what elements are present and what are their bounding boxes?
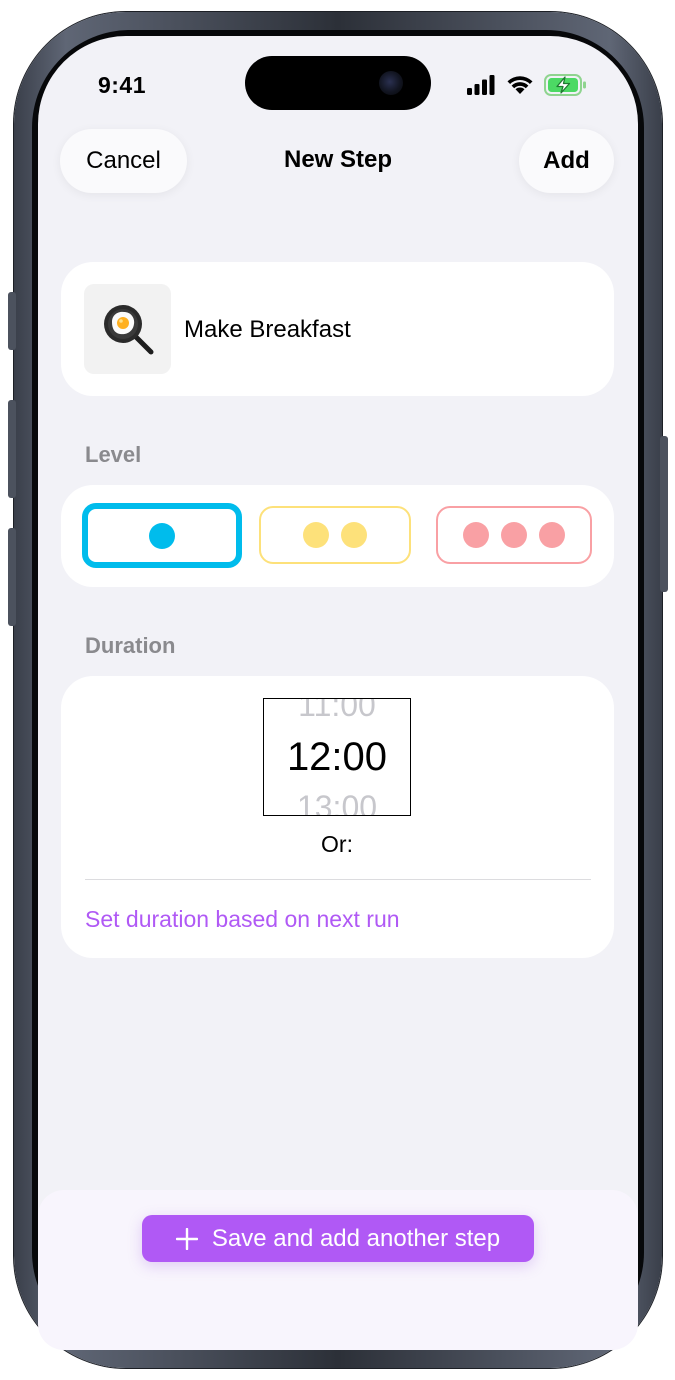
plus-icon	[175, 1227, 198, 1250]
level-dot	[303, 522, 329, 548]
picker-next-value: 13:00	[296, 789, 378, 816]
level-option-3[interactable]	[436, 506, 592, 564]
step-name-field[interactable]: Make Breakfast	[184, 316, 351, 344]
volume-down-button	[8, 528, 16, 626]
bottom-bar	[38, 1190, 638, 1350]
level-option-2[interactable]	[259, 506, 411, 564]
battery-charging-icon	[544, 74, 586, 96]
save-and-add-another-label: Save and add another step	[211, 1224, 501, 1252]
level-option-1[interactable]	[82, 503, 242, 568]
picker-current-value: 12:00	[286, 735, 388, 779]
wifi-icon	[507, 76, 533, 94]
picker-prev-value: 11:00	[298, 698, 376, 723]
frying-pan-icon	[103, 305, 153, 355]
set-duration-next-run-button[interactable]: Set duration based on next run	[85, 906, 400, 933]
volume-up-button	[8, 400, 16, 498]
camera-icon	[379, 71, 403, 95]
level-dot	[501, 522, 527, 548]
page-title: New Step	[283, 146, 393, 173]
cancel-button[interactable]: Cancel	[60, 129, 187, 193]
add-button[interactable]: Add	[519, 129, 614, 193]
level-label: Level	[85, 442, 142, 467]
time-picker[interactable]: 11:00 12:00 13:00	[263, 698, 411, 816]
level-dot	[539, 522, 565, 548]
emoji-button[interactable]	[84, 284, 171, 374]
power-button	[660, 436, 668, 592]
level-dot	[149, 522, 175, 549]
dynamic-island	[245, 56, 431, 110]
action-button	[8, 292, 16, 350]
duration-label: Duration	[85, 633, 176, 658]
level-dot	[463, 522, 489, 548]
status-time: 9:41	[97, 72, 147, 98]
signal-icon	[467, 75, 495, 95]
save-and-add-another-button[interactable]: Save and add another step	[142, 1215, 534, 1262]
or-label: Or:	[321, 831, 353, 857]
divider	[85, 879, 591, 880]
level-dot	[341, 522, 367, 548]
